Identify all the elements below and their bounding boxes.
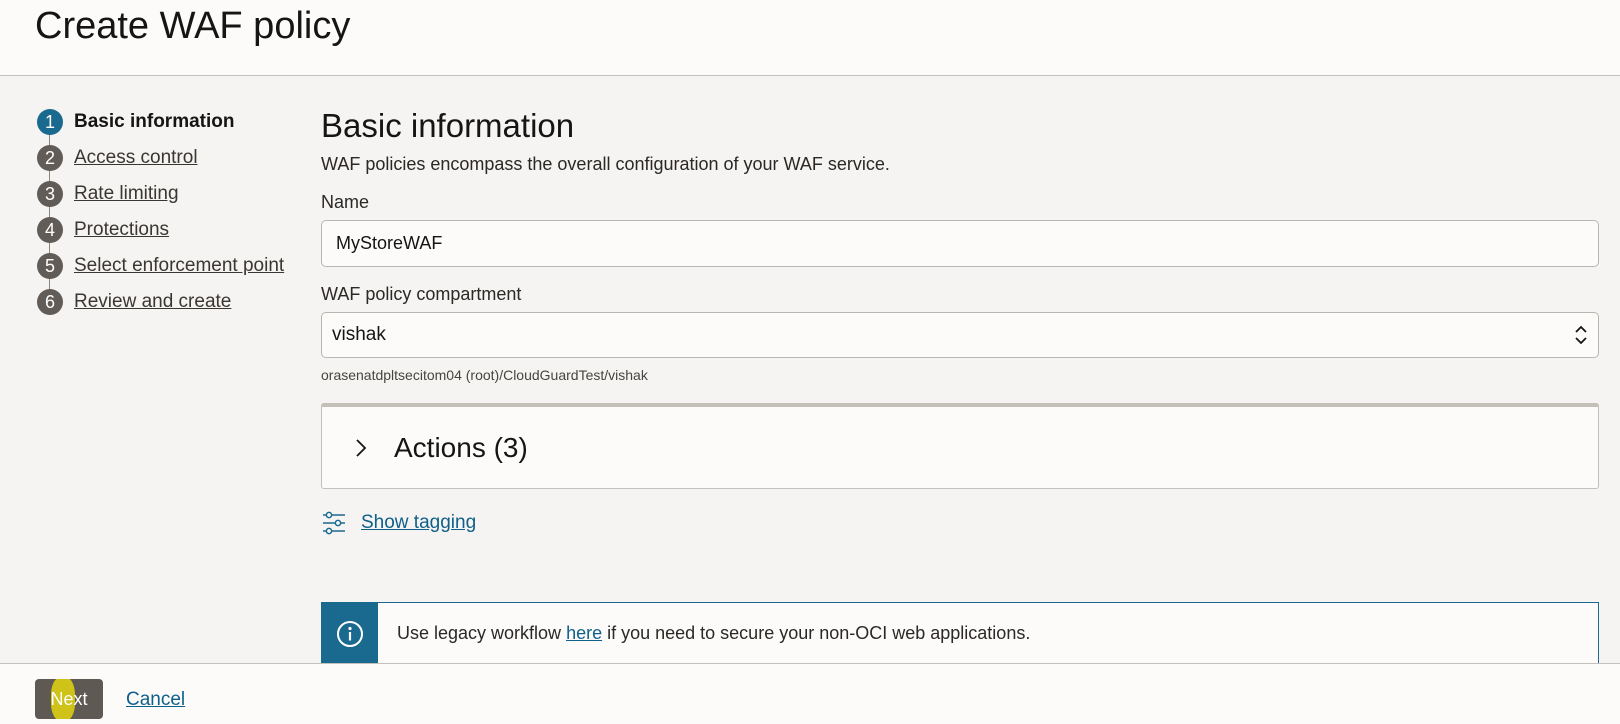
info-banner: Use legacy workflow here if you need to … bbox=[321, 602, 1599, 665]
step-label[interactable]: Rate limiting bbox=[74, 183, 179, 205]
wizard-steps: 1 Basic information 2 Access control 3 R… bbox=[37, 104, 297, 320]
form-main: Basic information WAF policies encompass… bbox=[321, 104, 1599, 665]
step-rate-limiting[interactable]: 3 Rate limiting bbox=[37, 176, 297, 212]
step-protections[interactable]: 4 Protections bbox=[37, 212, 297, 248]
section-description: WAF policies encompass the overall confi… bbox=[321, 154, 890, 174]
info-text-before: Use legacy workflow bbox=[397, 622, 562, 643]
cancel-link[interactable]: Cancel bbox=[126, 689, 185, 711]
compartment-label: WAF policy compartment bbox=[321, 284, 522, 304]
step-review-and-create[interactable]: 6 Review and create bbox=[37, 284, 297, 320]
legacy-workflow-link[interactable]: here bbox=[566, 623, 602, 644]
actions-title: Actions (3) bbox=[394, 431, 528, 463]
page-title: Create WAF policy bbox=[35, 5, 351, 47]
step-number: 4 bbox=[37, 217, 63, 243]
chevron-right-icon bbox=[356, 438, 367, 457]
step-select-enforcement-point[interactable]: 5 Select enforcement point bbox=[37, 248, 297, 284]
sliders-icon[interactable] bbox=[321, 510, 347, 536]
step-label[interactable]: Protections bbox=[74, 219, 169, 241]
actions-expander[interactable]: Actions (3) bbox=[321, 403, 1599, 489]
compartment-selected-value: vishak bbox=[332, 324, 386, 345]
step-access-control[interactable]: 2 Access control bbox=[37, 140, 297, 176]
step-number: 2 bbox=[37, 145, 63, 171]
tagging-row: Show tagging bbox=[321, 510, 1599, 536]
show-tagging-link[interactable]: Show tagging bbox=[361, 512, 476, 534]
footer-bar: Next Cancel bbox=[0, 663, 1620, 724]
step-number: 1 bbox=[37, 109, 63, 135]
step-label[interactable]: Access control bbox=[74, 147, 198, 169]
step-number: 6 bbox=[37, 289, 63, 315]
step-label[interactable]: Basic information bbox=[74, 111, 234, 133]
chevron-up-down-icon bbox=[1575, 325, 1587, 345]
step-label[interactable]: Review and create bbox=[74, 291, 231, 313]
step-number: 3 bbox=[37, 181, 63, 207]
next-button[interactable]: Next bbox=[35, 679, 103, 719]
name-input[interactable] bbox=[321, 220, 1599, 267]
compartment-path: orasenatdpltsecitom04 (root)/CloudGuardT… bbox=[321, 367, 648, 383]
compartment-select[interactable]: vishak bbox=[321, 312, 1599, 358]
step-number: 5 bbox=[37, 253, 63, 279]
page-header: Create WAF policy bbox=[0, 0, 1620, 76]
section-title: Basic information bbox=[321, 107, 575, 144]
info-icon-box bbox=[322, 603, 378, 665]
step-label[interactable]: Select enforcement point bbox=[74, 255, 284, 277]
name-label: Name bbox=[321, 192, 370, 212]
info-icon bbox=[337, 621, 363, 647]
next-button-label: Next bbox=[50, 688, 88, 709]
info-text-after: if you need to secure your non-OCI web a… bbox=[607, 622, 1031, 643]
step-basic-information[interactable]: 1 Basic information bbox=[37, 104, 297, 140]
info-text: Use legacy workflow here if you need to … bbox=[397, 603, 1030, 665]
